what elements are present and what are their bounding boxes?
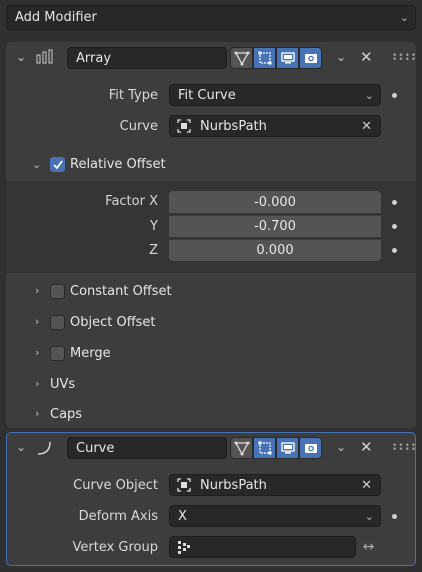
factor-y-field[interactable]: -0.700 bbox=[169, 215, 381, 237]
dropdown-chevron-icon[interactable]: ⌄ bbox=[336, 440, 346, 454]
viewport-toggle[interactable] bbox=[276, 47, 299, 69]
render-toggle[interactable] bbox=[299, 437, 322, 459]
curve-object-label: Curve Object bbox=[73, 478, 158, 493]
clear-icon[interactable]: ✕ bbox=[361, 119, 372, 134]
drag-grip-icon[interactable]: •••• •••• bbox=[392, 52, 417, 65]
edit-cage-toggle[interactable] bbox=[230, 47, 253, 69]
constant-offset-label: Constant Offset bbox=[70, 284, 172, 299]
deform-axis-value: X bbox=[178, 508, 187, 524]
curve-value: NurbsPath bbox=[200, 118, 267, 134]
object-offset-label: Object Offset bbox=[70, 315, 156, 330]
close-icon[interactable]: ✕ bbox=[360, 48, 373, 66]
edit-mode-toggle[interactable] bbox=[253, 47, 276, 69]
curve-object-icon bbox=[177, 119, 191, 133]
add-modifier-label: Add Modifier bbox=[15, 10, 97, 25]
viewport-toggle[interactable] bbox=[276, 437, 299, 459]
object-offset-chevron-icon[interactable]: › bbox=[35, 315, 39, 328]
constant-offset-checkbox[interactable] bbox=[50, 284, 65, 299]
double-arrow-icon: ↔ bbox=[362, 539, 375, 555]
fit-type-value: Fit Curve bbox=[178, 87, 236, 103]
collapse-chevron-icon[interactable]: ⌄ bbox=[16, 440, 26, 454]
keyframe-dot[interactable] bbox=[392, 224, 397, 229]
edit-cage-toggle[interactable] bbox=[230, 437, 253, 459]
modifier-name-text: Curve bbox=[76, 440, 115, 456]
factor-x-field[interactable]: -0.000 bbox=[169, 191, 381, 213]
edit-mode-toggle[interactable] bbox=[253, 437, 276, 459]
curve-object-field[interactable]: NurbsPath ✕ bbox=[169, 474, 381, 496]
edit-mode-icon bbox=[258, 441, 271, 455]
close-icon[interactable]: ✕ bbox=[360, 438, 373, 456]
chevron-down-icon: ⌄ bbox=[399, 11, 409, 24]
deform-axis-label: Deform Axis bbox=[78, 509, 158, 524]
checkmark-icon bbox=[52, 159, 63, 169]
keyframe-dot[interactable] bbox=[392, 200, 397, 205]
vertex-group-icon bbox=[178, 541, 190, 554]
curve-label: Curve bbox=[119, 119, 158, 134]
merge-label: Merge bbox=[70, 346, 111, 361]
relative-offset-label: Relative Offset bbox=[70, 157, 166, 172]
factor-y-label: Y bbox=[150, 219, 158, 234]
vertex-triangle-icon bbox=[234, 51, 249, 66]
object-offset-checkbox[interactable] bbox=[50, 315, 65, 330]
clear-icon[interactable]: ✕ bbox=[361, 478, 372, 493]
array-modifier-icon bbox=[36, 49, 54, 69]
curve-object-icon bbox=[177, 478, 191, 492]
factor-x-label: Factor X bbox=[105, 194, 158, 209]
constant-offset-chevron-icon[interactable]: › bbox=[35, 284, 39, 297]
edit-mode-icon bbox=[258, 51, 271, 65]
deform-axis-dropdown[interactable]: X ⌄ bbox=[169, 505, 381, 527]
factor-y-value: -0.700 bbox=[254, 219, 296, 234]
dropdown-chevron-icon[interactable]: ⌄ bbox=[336, 50, 346, 64]
visibility-toggles bbox=[230, 47, 322, 69]
chevron-down-icon: ⌄ bbox=[364, 509, 374, 523]
fit-type-dropdown[interactable]: Fit Curve ⌄ bbox=[169, 84, 381, 106]
merge-checkbox[interactable] bbox=[50, 346, 65, 361]
invert-toggle[interactable]: ↔ bbox=[356, 536, 381, 558]
factor-x-value: -0.000 bbox=[254, 194, 296, 210]
curve-object-field[interactable]: NurbsPath ✕ bbox=[169, 115, 381, 137]
vertex-triangle-icon bbox=[234, 441, 249, 456]
relative-offset-checkbox[interactable] bbox=[50, 157, 65, 172]
factor-z-field[interactable]: 0.000 bbox=[169, 239, 381, 261]
monitor-icon bbox=[280, 442, 295, 454]
curve-object-value: NurbsPath bbox=[200, 477, 267, 493]
vertex-group-field[interactable] bbox=[169, 536, 356, 558]
keyframe-dot[interactable] bbox=[392, 248, 397, 253]
merge-chevron-icon[interactable]: › bbox=[35, 346, 39, 359]
curve-modifier-icon bbox=[36, 440, 54, 460]
uvs-label[interactable]: UVs bbox=[50, 377, 75, 392]
relative-offset-chevron-icon[interactable]: ⌄ bbox=[32, 158, 41, 171]
fit-type-label: Fit Type bbox=[108, 88, 158, 103]
drag-grip-icon[interactable]: •••• •••• bbox=[392, 442, 417, 455]
visibility-toggles bbox=[230, 437, 322, 459]
keyframe-dot[interactable] bbox=[392, 93, 397, 98]
keyframe-dot[interactable] bbox=[392, 514, 397, 519]
caps-label[interactable]: Caps bbox=[50, 407, 82, 422]
camera-icon bbox=[304, 444, 317, 453]
factor-z-value: 0.000 bbox=[256, 243, 294, 258]
factor-z-label: Z bbox=[149, 243, 158, 258]
modifier-name-field[interactable]: Array bbox=[67, 47, 227, 69]
chevron-down-icon: ⌄ bbox=[364, 88, 374, 102]
uvs-chevron-icon[interactable]: › bbox=[35, 377, 39, 390]
modifier-name-text: Array bbox=[76, 50, 112, 66]
caps-chevron-icon[interactable]: › bbox=[35, 407, 39, 420]
render-toggle[interactable] bbox=[299, 47, 322, 69]
collapse-chevron-icon[interactable]: ⌄ bbox=[16, 50, 26, 64]
camera-icon bbox=[304, 54, 317, 63]
modifier-name-field[interactable]: Curve bbox=[67, 437, 227, 459]
add-modifier-dropdown[interactable]: Add Modifier ⌄ bbox=[6, 5, 416, 30]
vertex-group-label: Vertex Group bbox=[72, 540, 159, 555]
monitor-icon bbox=[280, 52, 295, 64]
